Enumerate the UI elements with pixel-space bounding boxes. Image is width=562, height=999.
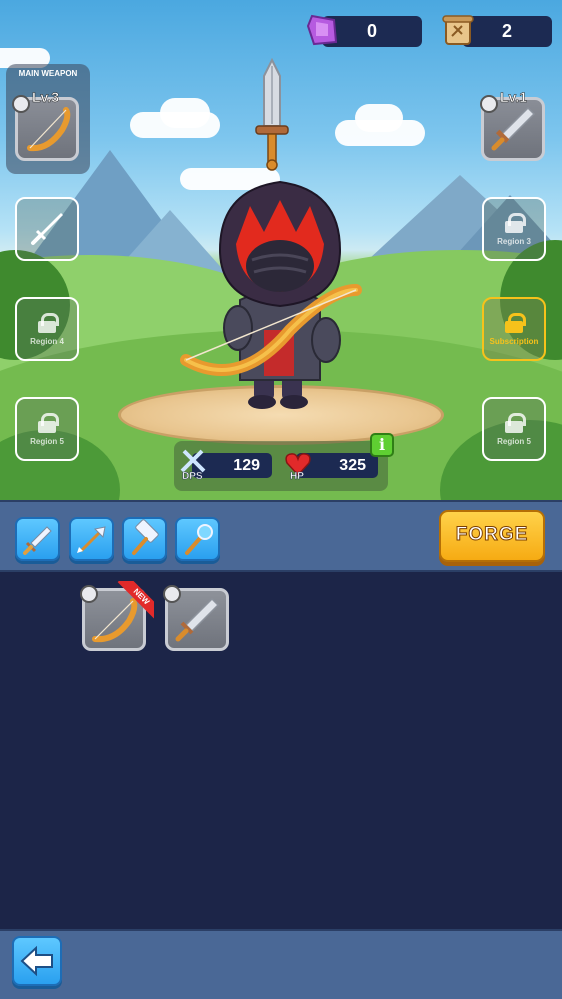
cloud [160, 98, 210, 128]
pin-icon [80, 585, 98, 603]
scrolls-value: 2 [501, 21, 512, 41]
dps-label: DPS [182, 471, 203, 482]
hero-character [180, 180, 362, 409]
category-staff-button[interactable] [175, 517, 220, 561]
info-button[interactable]: i [370, 433, 394, 457]
category-sword-button[interactable] [15, 517, 60, 561]
cloud [355, 104, 403, 132]
main-weapon-title: MAIN WEAPON [18, 69, 78, 78]
back-arrow-icon [20, 945, 53, 977]
sword-icon [23, 526, 52, 555]
category-arrow-button[interactable] [69, 517, 114, 561]
lock-icon [504, 412, 526, 433]
stats-panel: 129 DPS 325 HP [174, 441, 388, 491]
floating-sword-icon [255, 58, 289, 171]
new-badge-label: NEW [117, 581, 154, 619]
region-5-right-slot[interactable]: Region 5 [482, 397, 546, 461]
gem-icon [306, 14, 338, 46]
region-3-slot[interactable]: Region 3 [482, 197, 546, 261]
subscription-slot[interactable]: Subscription [482, 297, 546, 361]
dagger-icon [31, 213, 63, 245]
gems-value: 0 [366, 21, 377, 41]
pin-icon [12, 95, 30, 113]
region-5-left-slot[interactable]: Region 5 [15, 397, 79, 461]
lock-icon [504, 212, 526, 233]
hammer-icon [132, 519, 159, 555]
category-hammer-button[interactable] [122, 517, 167, 561]
region-4-slot[interactable]: Region 4 [15, 297, 79, 361]
hp-label: HP [290, 471, 304, 482]
pin-icon [163, 585, 181, 603]
secondary-weapon-level: Lv.1 [500, 89, 527, 106]
hp-value: 325 [339, 456, 366, 474]
main-weapon-level: Lv.3 [32, 89, 59, 106]
back-button[interactable] [12, 936, 62, 986]
lock-icon [37, 312, 59, 333]
lock-icon [37, 412, 59, 433]
pin-icon [480, 95, 498, 113]
lock-icon [504, 312, 526, 333]
region-5-left-label: Region 5 [30, 436, 64, 446]
dps-value: 129 [233, 456, 260, 474]
scroll-icon [442, 15, 474, 45]
forge-button[interactable]: FORGE [439, 510, 545, 562]
subscription-label: Subscription [489, 336, 539, 346]
staff-icon [185, 524, 213, 555]
bottom-bar [0, 929, 562, 999]
dagger-slot[interactable] [15, 197, 79, 261]
region-4-label: Region 4 [30, 336, 64, 346]
arrow-icon [77, 526, 106, 553]
new-badge: NEW [116, 581, 154, 619]
region-3-label: Region 3 [497, 236, 531, 246]
region-5-right-label: Region 5 [497, 436, 531, 446]
